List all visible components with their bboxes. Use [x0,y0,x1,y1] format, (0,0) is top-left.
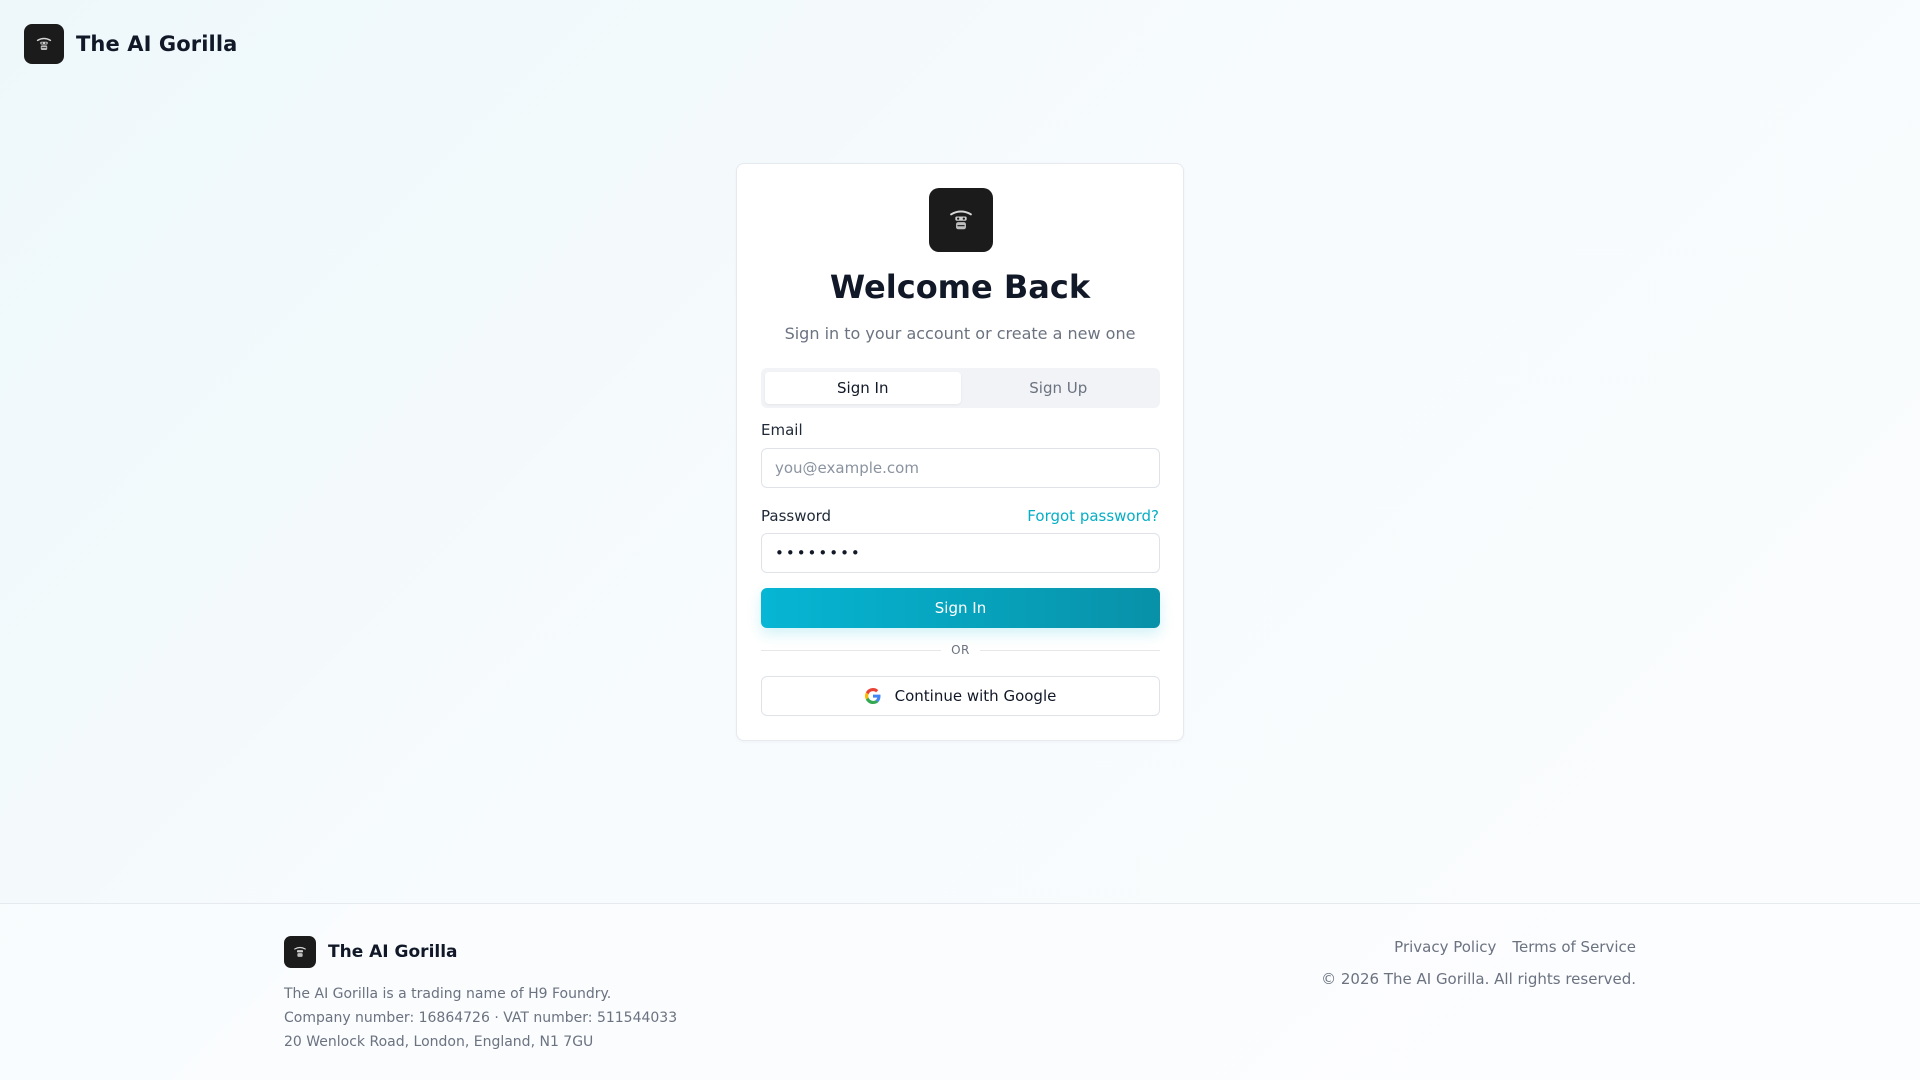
forgot-password-link[interactable]: Forgot password? [1027,506,1159,526]
gorilla-icon [294,946,306,957]
divider-label: OR [951,643,970,657]
company-trading-name: The AI Gorilla is a trading name of H9 F… [284,986,612,1002]
gorilla-icon [950,210,972,230]
header-brand-name[interactable]: The AI Gorilla [76,32,237,56]
privacy-policy-link[interactable]: Privacy Policy [1394,938,1496,956]
divider-line [761,649,942,651]
page-title: Welcome Back [829,268,1091,306]
footer-brand: The AI Gorilla [284,936,458,968]
page-subtitle: Sign in to your account or create a new … [784,324,1136,343]
auth-card: Welcome Back Sign in to your account or … [736,163,1184,741]
password-field[interactable] [761,533,1160,573]
top-header: The AI Gorilla [24,24,237,64]
company-address: 20 Wenlock Road, London, England, N1 7GU [284,1034,594,1050]
company-numbers: Company number: 16864726 · VAT number: 5… [284,1010,678,1026]
footer-logo [284,936,316,968]
company-info: The AI Gorilla is a trading name of H9 F… [284,982,677,1054]
tab-sign-in[interactable]: Sign In [765,372,961,404]
password-label: Password [761,507,832,525]
tab-sign-up[interactable]: Sign Up [961,372,1157,404]
continue-with-google-button[interactable]: Continue with Google [761,676,1160,716]
site-footer: The AI Gorilla The AI Gorilla is a tradi… [0,903,1920,1080]
gorilla-icon [36,37,52,50]
auth-tabs: Sign In Sign Up [761,368,1160,408]
email-field[interactable] [761,448,1160,488]
or-divider: OR [761,643,1161,657]
terms-of-service-link[interactable]: Terms of Service [1512,938,1636,956]
copyright: © 2026 The AI Gorilla. All rights reserv… [1321,970,1636,988]
footer-brand-name: The AI Gorilla [328,942,458,962]
divider-line [979,649,1161,651]
email-label: Email [761,421,803,439]
footer-links: Privacy Policy Terms of Service [1394,938,1636,956]
sign-in-button[interactable]: Sign In [761,588,1160,628]
header-logo[interactable] [24,24,64,64]
google-icon [864,688,881,704]
google-button-label: Continue with Google [894,687,1057,705]
card-logo [929,188,993,252]
